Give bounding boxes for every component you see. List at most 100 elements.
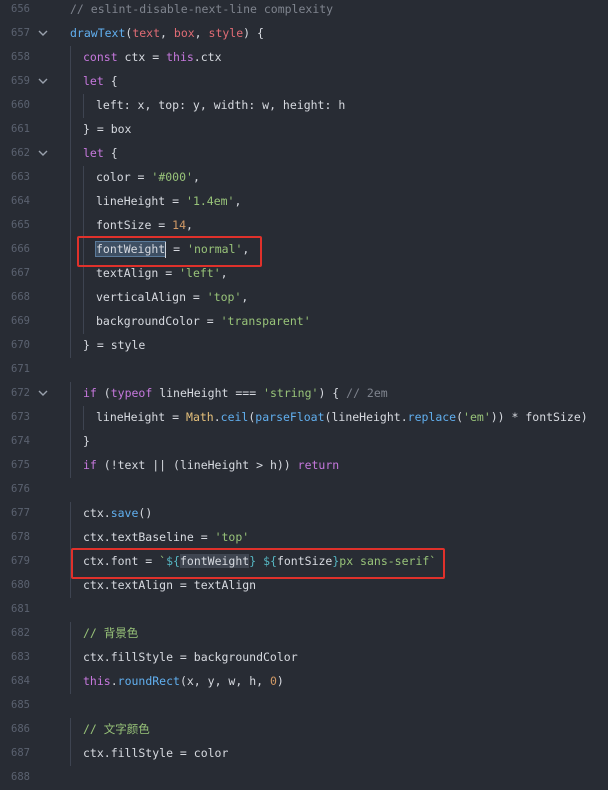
indent-guide	[83, 190, 84, 214]
code-line[interactable]	[56, 766, 608, 790]
code-token: }	[83, 434, 90, 448]
code-line[interactable]: lineHeight = '1.4em',	[56, 190, 608, 214]
indent-guide	[70, 526, 71, 550]
gutter-row: 656	[0, 0, 56, 22]
code-token: lineHeight ===	[159, 386, 264, 400]
code-line[interactable]	[56, 694, 608, 718]
gutter-row: 661	[0, 118, 56, 142]
gutter-row: 685	[0, 694, 56, 718]
fold-chevron-icon[interactable]	[37, 27, 49, 39]
fold-chevron-icon[interactable]	[37, 147, 49, 159]
gutter-row: 664	[0, 190, 56, 214]
code-token: text	[132, 26, 161, 40]
code-line[interactable]: verticalAlign = 'top',	[56, 286, 608, 310]
code-text: lineHeight = '1.4em',	[96, 190, 241, 212]
code-line[interactable]: // 文字颜色	[56, 718, 608, 742]
code-line[interactable]: let {	[56, 70, 608, 94]
code-line[interactable]: color = '#000',	[56, 166, 608, 190]
code-token: 'string'	[263, 386, 319, 400]
line-number: 685	[11, 699, 30, 711]
code-line[interactable]: }	[56, 430, 608, 454]
line-number: 671	[11, 363, 30, 375]
code-line[interactable]: // 背景色	[56, 622, 608, 646]
line-number: 678	[11, 531, 30, 543]
code-line[interactable]	[56, 598, 608, 622]
code-text: }	[83, 430, 90, 452]
code-line[interactable]: lineHeight = Math.ceil (parseFloat(lineHe…	[56, 406, 608, 430]
indent-guide	[70, 646, 71, 670]
code-line[interactable]: this.roundRect(x, y, w, h, 0)	[56, 670, 608, 694]
code-text: left: x, top: y, width: w, height: h	[96, 94, 345, 116]
code-line[interactable]: if (typeof lineHeight === 'string') { //…	[56, 382, 608, 406]
code-line[interactable]: } = style	[56, 334, 608, 358]
gutter-row: 663	[0, 166, 56, 190]
indent-guide	[70, 286, 71, 310]
line-number: 676	[11, 483, 30, 495]
code-line[interactable]: ctx.textBaseline = 'top'	[56, 526, 608, 550]
code-token: '1.4em'	[186, 194, 235, 208]
gutter-row: 668	[0, 286, 56, 310]
indent-guide	[70, 70, 71, 94]
indent-guide	[70, 430, 71, 454]
code-text: ctx.fillStyle = color	[83, 742, 228, 764]
code-line[interactable]: backgroundColor = 'transparent'	[56, 310, 608, 334]
code-line[interactable]: } = box	[56, 118, 608, 142]
code-token: save	[110, 506, 139, 520]
indent-guide	[83, 286, 84, 310]
code-line[interactable]	[56, 358, 608, 382]
line-number: 675	[11, 459, 30, 471]
code-line[interactable]: drawText(text, box, style) {	[56, 22, 608, 46]
code-line[interactable]: let {	[56, 142, 608, 166]
code-text: backgroundColor = 'transparent'	[96, 310, 311, 332]
code-token: ,	[192, 170, 200, 184]
line-number: 663	[11, 171, 30, 183]
indent-guide	[70, 742, 71, 766]
code-token: backgroundColor =	[96, 314, 221, 328]
code-token: replace	[407, 410, 457, 424]
fold-chevron-icon[interactable]	[37, 387, 49, 399]
highlight-box-fontweight	[77, 236, 262, 267]
code-line[interactable]: const ctx = this.ctx	[56, 46, 608, 70]
line-number: 684	[11, 675, 30, 687]
line-number: 670	[11, 339, 30, 351]
gutter-row: 686	[0, 718, 56, 742]
code-token: style	[208, 26, 244, 40]
code-editor[interactable]: 656 657 658 659 660 661 662 663 664 665 666 667 668 6…	[0, 0, 608, 788]
gutter-row: 671	[0, 358, 56, 382]
indent-guide	[70, 406, 71, 430]
code-token: (!text || (lineHeight > h))	[103, 458, 298, 472]
line-number: 682	[11, 627, 30, 639]
indent-guide	[70, 118, 71, 142]
code-line[interactable]: left: x, top: y, width: w, height: h	[56, 94, 608, 118]
code-token: return	[297, 458, 340, 472]
fold-chevron-icon[interactable]	[37, 75, 49, 87]
code-token: ()	[138, 506, 153, 520]
gutter-row: 670	[0, 334, 56, 358]
code-token: ceil	[220, 410, 249, 424]
indent-guide	[70, 454, 71, 478]
code-line[interactable]: fontSize = 14,	[56, 214, 608, 238]
code-line[interactable]: ctx.fillStyle = color	[56, 742, 608, 766]
code-area[interactable]: // eslint-disable-next-line complexity dr…	[56, 0, 608, 788]
code-line[interactable]: if (!text || (lineHeight > h)) return	[56, 454, 608, 478]
code-text: if (!text || (lineHeight > h)) return	[83, 454, 339, 476]
gutter-row: 679	[0, 550, 56, 574]
indent-guide	[70, 718, 71, 742]
code-line[interactable]: // eslint-disable-next-line complexity	[56, 0, 608, 22]
code-line[interactable]	[56, 478, 608, 502]
indent-guide	[70, 238, 71, 262]
code-token: let	[83, 146, 111, 160]
line-number: 688	[11, 771, 30, 783]
code-token: ,	[160, 26, 174, 40]
code-token: fontSize =	[96, 218, 173, 232]
code-token: ) {	[318, 386, 347, 400]
line-number: 674	[11, 435, 30, 447]
code-line[interactable]: ctx.fillStyle = backgroundColor	[56, 646, 608, 670]
gutter-row: 682	[0, 622, 56, 646]
code-line[interactable]: ctx.save()	[56, 502, 608, 526]
code-text: const ctx = this.ctx	[83, 46, 222, 68]
indent-guide	[70, 334, 71, 358]
gutter-row: 687	[0, 742, 56, 766]
code-token: ,	[186, 218, 193, 232]
highlight-box-ctx-font	[71, 548, 445, 579]
